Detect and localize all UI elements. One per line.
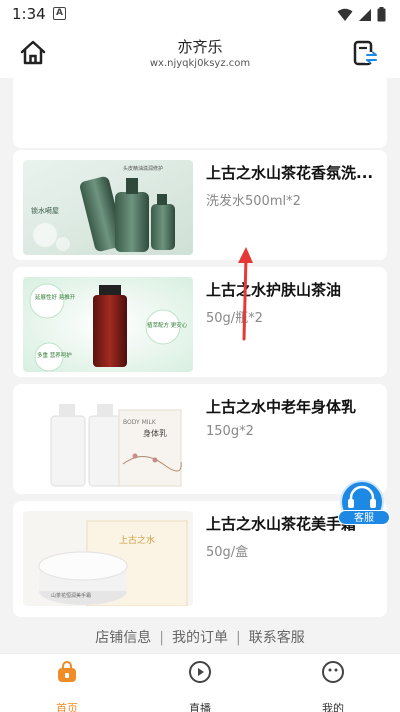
divider: |	[159, 630, 164, 646]
product-image[interactable]: 上古之水 山茶花恒润美手霜	[23, 511, 193, 606]
product-name[interactable]: 上古之水中老年身体乳	[206, 396, 376, 417]
body-milk-image: BODY MILK 身体乳	[23, 394, 193, 489]
tab-label: 我的	[322, 702, 344, 712]
footer-links: 店铺信息 | 我的订单 | 联系客服	[0, 627, 400, 647]
notification-icon: A	[53, 7, 66, 20]
product-image[interactable]: BODY MILK 身体乳	[23, 394, 193, 489]
wifi-icon	[337, 8, 353, 21]
product-card-prev[interactable]: 23mmx32mm	[13, 78, 387, 148]
hand-cream-image: 上古之水 山茶花恒润美手霜	[23, 511, 193, 606]
switch-menu-button[interactable]	[350, 38, 380, 68]
shampoo-bottles-image: 锁水嗬屋 头皮精油滋润修护	[23, 160, 193, 255]
image-text: 身体乳	[143, 428, 167, 438]
tab-label: 直播	[189, 702, 211, 712]
image-label: BODY MILK	[123, 419, 157, 426]
battery-icon	[377, 7, 386, 22]
image-badge-bottom: 多重 营养呵护	[37, 351, 72, 359]
system-icons	[337, 7, 386, 22]
product-spec: 洗发水500ml*2	[206, 194, 301, 209]
page-domain: wx.njyqkj0ksyz.com	[149, 58, 251, 69]
contact-service-link[interactable]: 联系客服	[249, 630, 305, 646]
product-list: 23mmx32mm 锁水嗬屋 头皮精油滋润修护 上古之水山茶花香氛洗	[0, 78, 400, 653]
tab-label: 首页	[56, 702, 78, 712]
customer-service-button[interactable]: 客服	[338, 480, 390, 525]
image-text: 山茶花恒润美手霜	[51, 592, 91, 599]
home-bag-icon	[58, 661, 76, 682]
product-spec: 150g*2	[206, 424, 254, 439]
my-orders-link[interactable]: 我的订单	[172, 630, 228, 646]
play-icon	[189, 661, 211, 683]
page-title: 亦齐乐	[177, 38, 223, 56]
divider: |	[236, 630, 241, 646]
tab-mine[interactable]: 我的	[303, 660, 363, 712]
image-badge-right: 植萃配方 更安心	[147, 321, 188, 329]
switch-list-icon	[353, 40, 377, 66]
signal-icon	[359, 8, 371, 21]
image-brand: 上古之水	[119, 534, 155, 546]
product-card[interactable]: BODY MILK 身体乳 上古之水中老年身体乳 150g*2	[13, 384, 387, 494]
image-badge-left: 延展性好 易推开	[35, 293, 76, 301]
image-caption-text: 头皮精油滋润修护	[123, 165, 163, 172]
tab-home[interactable]: 首页	[37, 660, 97, 712]
tab-live[interactable]: 直播	[170, 660, 230, 712]
product-spec: 50g/盒	[206, 545, 249, 560]
product-card[interactable]: 上古之水 山茶花恒润美手霜 上古之水山茶花美手霜 50g/盒	[13, 501, 387, 617]
product-card[interactable]: 锁水嗬屋 头皮精油滋润修护 上古之水山茶花香氛洗... 洗发水500ml*2	[13, 150, 387, 260]
customer-service-label: 客服	[338, 510, 390, 525]
product-card[interactable]: 延展性好 易推开 植萃配方 更安心 多重 营养呵护 上古之水护肤山茶油 50g/…	[13, 267, 387, 377]
bottom-tab-bar: 首页 直播 我的	[0, 653, 400, 712]
product-image[interactable]: 锁水嗬屋 头皮精油滋润修护	[23, 160, 193, 255]
user-face-icon	[322, 661, 344, 683]
product-name[interactable]: 上古之水山茶花香氛洗...	[206, 162, 376, 183]
annotation-arrow	[238, 247, 253, 341]
product-image[interactable]: 延展性好 易推开 植萃配方 更安心 多重 营养呵护	[23, 277, 193, 372]
camellia-oil-image: 延展性好 易推开 植萃配方 更安心 多重 营养呵护	[23, 277, 193, 372]
image-badge-text: 锁水嗬屋	[31, 206, 59, 215]
status-bar: 1:34 A	[0, 0, 400, 28]
status-time: 1:34	[12, 5, 46, 23]
store-info-link[interactable]: 店铺信息	[95, 630, 151, 646]
app-header: 亦齐乐 wx.njyqkj0ksyz.com	[0, 28, 400, 78]
